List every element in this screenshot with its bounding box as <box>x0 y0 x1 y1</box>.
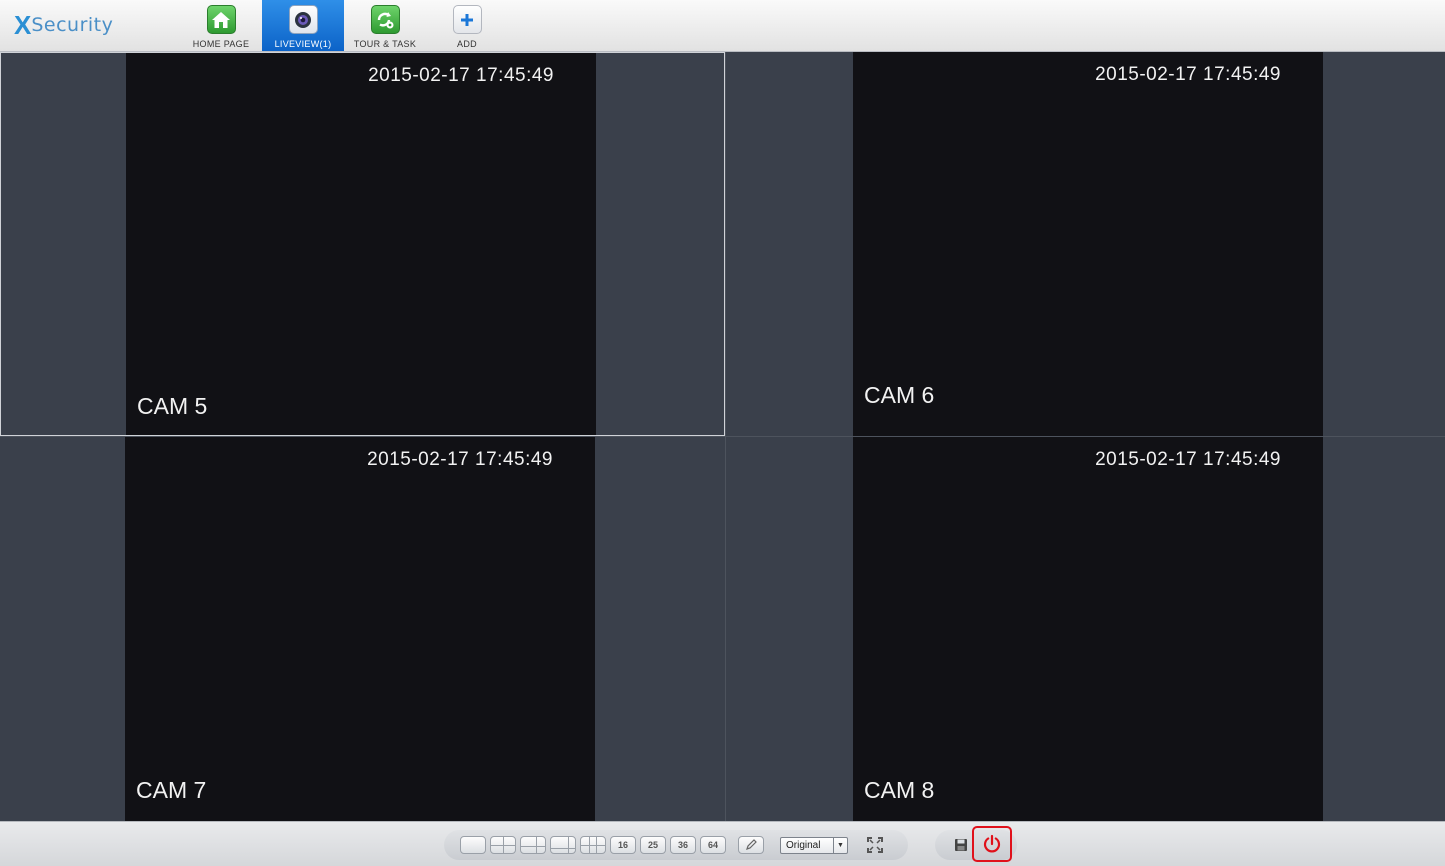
aspect-ratio-value: Original <box>786 839 821 851</box>
fullscreen-icon <box>867 837 883 853</box>
layout-9-button[interactable] <box>580 836 606 854</box>
nav-liveview[interactable]: LIVEVIEW(1) <box>262 0 344 51</box>
layout-36-button[interactable]: 36 <box>670 836 696 854</box>
layout-toolgroup: 16 25 36 64 Original ▼ <box>444 830 908 860</box>
bottom-toolbar: 16 25 36 64 Original ▼ <box>0 821 1445 866</box>
nav-add[interactable]: ADD <box>426 0 508 51</box>
layout-25-button[interactable]: 25 <box>640 836 666 854</box>
main-nav: HOME PAGE LIVEVIEW(1) TOUR & TASK ADD <box>180 0 508 51</box>
save-button[interactable] <box>954 838 968 852</box>
power-icon <box>983 834 1001 853</box>
osd-timestamp: 2015-02-17 17:45:49 <box>1095 449 1281 470</box>
plus-icon <box>452 5 482 34</box>
video-pane-cam5[interactable]: 2015-02-17 17:45:49 CAM 5 <box>0 52 725 436</box>
osd-camera-name: CAM 5 <box>137 393 208 419</box>
nav-tour-task[interactable]: TOUR & TASK <box>344 0 426 51</box>
layout-6-button[interactable] <box>520 836 546 854</box>
video-feed: 2015-02-17 17:45:49 CAM 7 <box>125 437 595 821</box>
chevron-down-icon: ▼ <box>833 837 847 853</box>
grid-divider-horizontal <box>0 436 1445 437</box>
layout-1-button[interactable] <box>460 836 486 854</box>
video-pane-cam7[interactable]: 2015-02-17 17:45:49 CAM 7 <box>0 437 725 821</box>
power-button[interactable] <box>972 826 1012 862</box>
video-feed: 2015-02-17 17:45:49 CAM 8 <box>853 437 1323 821</box>
logo-text: Security <box>31 14 114 36</box>
pencil-icon <box>746 839 757 850</box>
fullscreen-button[interactable] <box>866 836 884 854</box>
video-pane-cam6[interactable]: 2015-02-17 17:45:49 CAM 6 <box>728 52 1445 436</box>
nav-home-page[interactable]: HOME PAGE <box>180 0 262 51</box>
osd-camera-name: CAM 8 <box>864 777 935 803</box>
osd-timestamp: 2015-02-17 17:45:49 <box>1095 64 1281 85</box>
layout-64-button[interactable]: 64 <box>700 836 726 854</box>
layout-8-button[interactable] <box>550 836 576 854</box>
video-pane-cam8[interactable]: 2015-02-17 17:45:49 CAM 8 <box>728 437 1445 821</box>
nav-add-label: ADD <box>457 39 477 49</box>
top-bar: X Security HOME PAGE LIVEVIEW(1) TOUR & … <box>0 0 1445 52</box>
layout-16-button[interactable]: 16 <box>610 836 636 854</box>
nav-liveview-label: LIVEVIEW(1) <box>274 39 332 49</box>
aspect-ratio-select[interactable]: Original ▼ <box>780 836 848 854</box>
refresh-gear-icon <box>370 5 400 34</box>
video-feed: 2015-02-17 17:45:49 CAM 6 <box>853 52 1323 436</box>
camera-icon <box>288 5 318 34</box>
logo-x: X <box>14 9 31 40</box>
custom-layout-edit-button[interactable] <box>738 836 764 854</box>
layout-4-button[interactable] <box>490 836 516 854</box>
home-icon <box>206 5 236 34</box>
video-feed: 2015-02-17 17:45:49 CAM 5 <box>126 53 596 435</box>
osd-camera-name: CAM 6 <box>864 382 935 408</box>
osd-camera-name: CAM 7 <box>136 777 207 803</box>
app-logo: X Security <box>14 10 113 40</box>
nav-home-page-label: HOME PAGE <box>192 39 250 49</box>
floppy-disk-icon <box>955 839 967 851</box>
osd-timestamp: 2015-02-17 17:45:49 <box>367 449 553 470</box>
osd-timestamp: 2015-02-17 17:45:49 <box>368 65 554 86</box>
nav-tour-task-label: TOUR & TASK <box>353 39 417 49</box>
